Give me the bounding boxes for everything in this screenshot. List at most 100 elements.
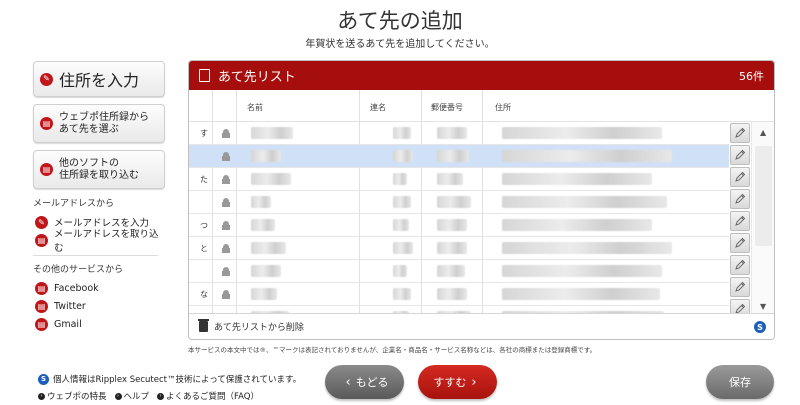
person-icon [222, 198, 230, 207]
gmail-label: Gmail [54, 318, 82, 330]
person-icon [222, 267, 230, 276]
table-row[interactable]: す [189, 122, 729, 145]
book-icon: ▤ [35, 281, 48, 295]
page-subtitle: 年賀状を送るあて先を追加してください。 [305, 39, 495, 50]
obscured-rengo [393, 288, 411, 300]
kana-index-label: す [200, 129, 208, 138]
table-row[interactable] [189, 260, 729, 283]
obscured-name [251, 242, 286, 254]
table-row[interactable]: つ [189, 214, 729, 237]
obscured-address [502, 127, 662, 139]
pencil-icon [735, 127, 746, 138]
obscured-rengo [393, 127, 411, 139]
obscured-postal [437, 127, 467, 139]
table-rows: すたつとな [189, 122, 729, 329]
person-icon [222, 152, 230, 161]
obscured-postal [437, 173, 463, 185]
edit-button[interactable] [730, 123, 750, 143]
address-count: 56件 [739, 69, 764, 83]
back-button-label: もどる [355, 376, 389, 389]
import-other-software-label: 他のソフトの 住所録を取り込む [59, 157, 139, 181]
pencil-icon [735, 259, 746, 270]
obscured-rengo [393, 219, 409, 231]
enter-address-button[interactable]: ✎ 住所を入力 [33, 61, 165, 97]
list-icon [199, 69, 210, 82]
scroll-down-arrow[interactable]: ▼ [760, 302, 766, 311]
person-icon [222, 129, 230, 138]
chevron-right-icon: › [38, 392, 45, 400]
scroll-thumb[interactable] [755, 146, 772, 246]
page-title: あて先の追加 [337, 9, 463, 33]
edit-button[interactable] [730, 277, 750, 297]
save-button-label: 保存 [729, 376, 751, 389]
table-row[interactable] [189, 191, 729, 214]
obscured-address [502, 150, 672, 162]
twitter-link[interactable]: ▤ Twitter [33, 297, 165, 315]
edit-button[interactable] [730, 145, 750, 165]
faq-link[interactable]: › よくあるご質問（FAQ） [157, 390, 259, 402]
save-button[interactable]: 保存 [706, 365, 774, 399]
obscured-rengo [393, 173, 407, 185]
security-badge-icon: S [754, 321, 766, 333]
edit-button[interactable] [730, 233, 750, 253]
obscured-rengo [393, 242, 413, 254]
import-other-software-button[interactable]: ▤ 他のソフトの 住所録を取り込む [33, 150, 165, 189]
obscured-name [251, 196, 271, 208]
panel-title: あて先リスト [218, 70, 296, 85]
help-links: › ウェブポの特長 › ヘルプ › よくあるご質問（FAQ） [38, 390, 267, 402]
table-row[interactable] [189, 145, 729, 168]
delete-from-list-label: あて先リストから削除 [214, 323, 304, 333]
delete-from-list-button[interactable]: あて先リストから削除 S [189, 313, 774, 339]
scroll-up-arrow[interactable]: ▲ [760, 128, 766, 137]
pencil-icon: ✎ [40, 72, 53, 86]
obscured-address [502, 196, 667, 208]
book-icon: ▤ [35, 299, 48, 313]
help-link-label: ヘルプ [123, 392, 150, 402]
pencil-icon [735, 237, 746, 248]
pencil-icon: ✎ [35, 215, 48, 229]
scrollbar[interactable]: ▲ ▼ [751, 122, 774, 315]
twitter-label: Twitter [54, 300, 86, 312]
import-email-link[interactable]: ▤ メールアドレスを取り込む [33, 229, 165, 254]
edit-button[interactable] [730, 255, 750, 275]
kana-index-label: た [200, 175, 208, 184]
next-button-label: すすむ [433, 376, 467, 389]
person-icon [222, 175, 230, 184]
person-icon [222, 221, 230, 230]
table-row[interactable]: と [189, 237, 729, 260]
table-row[interactable]: な [189, 283, 729, 306]
edit-button[interactable] [730, 189, 750, 209]
facebook-link[interactable]: ▤ Facebook [33, 279, 165, 297]
sidebar-divider [33, 255, 158, 256]
obscured-postal [437, 196, 471, 208]
obscured-address [502, 173, 652, 185]
import-icon: ▤ [40, 163, 53, 176]
obscured-name [251, 265, 281, 277]
pencil-icon [735, 193, 746, 204]
security-notice: S 個人情報はRipplex Secutect™技術によって保護されています。 [38, 373, 301, 385]
table-row[interactable]: た [189, 168, 729, 191]
book-icon: ▤ [35, 317, 48, 331]
edit-button[interactable] [730, 167, 750, 187]
obscured-address [502, 288, 660, 300]
pencil-icon [735, 281, 746, 292]
chevron-right-icon: › [471, 374, 477, 390]
gmail-link[interactable]: ▤ Gmail [33, 315, 165, 333]
select-from-webpo-button[interactable]: ▤ ウェブポ住所録から あて先を選ぶ [33, 104, 165, 143]
security-notice-text: 個人情報はRipplex Secutect™技術によって保護されています。 [53, 375, 302, 385]
panel-header: あて先リスト 56件 [189, 61, 774, 90]
obscured-address [502, 219, 652, 231]
edit-button[interactable] [730, 211, 750, 231]
pencil-icon [735, 149, 746, 160]
enter-address-label: 住所を入力 [59, 71, 140, 90]
address-list-panel: あて先リスト 56件 名前 連名 郵便番号 住所 すたつとな ▲ ▼ あて先リス… [188, 60, 775, 340]
features-link[interactable]: › ウェブポの特長 [38, 390, 107, 402]
next-button[interactable]: すすむ › [418, 365, 497, 399]
obscured-address [502, 265, 662, 277]
kana-index-label: な [200, 290, 208, 299]
back-button[interactable]: ‹ もどる [325, 365, 404, 399]
trash-icon [198, 319, 209, 332]
obscured-name [251, 288, 277, 300]
help-link[interactable]: › ヘルプ [114, 390, 150, 402]
select-from-webpo-label: ウェブポ住所録から あて先を選ぶ [59, 111, 149, 135]
